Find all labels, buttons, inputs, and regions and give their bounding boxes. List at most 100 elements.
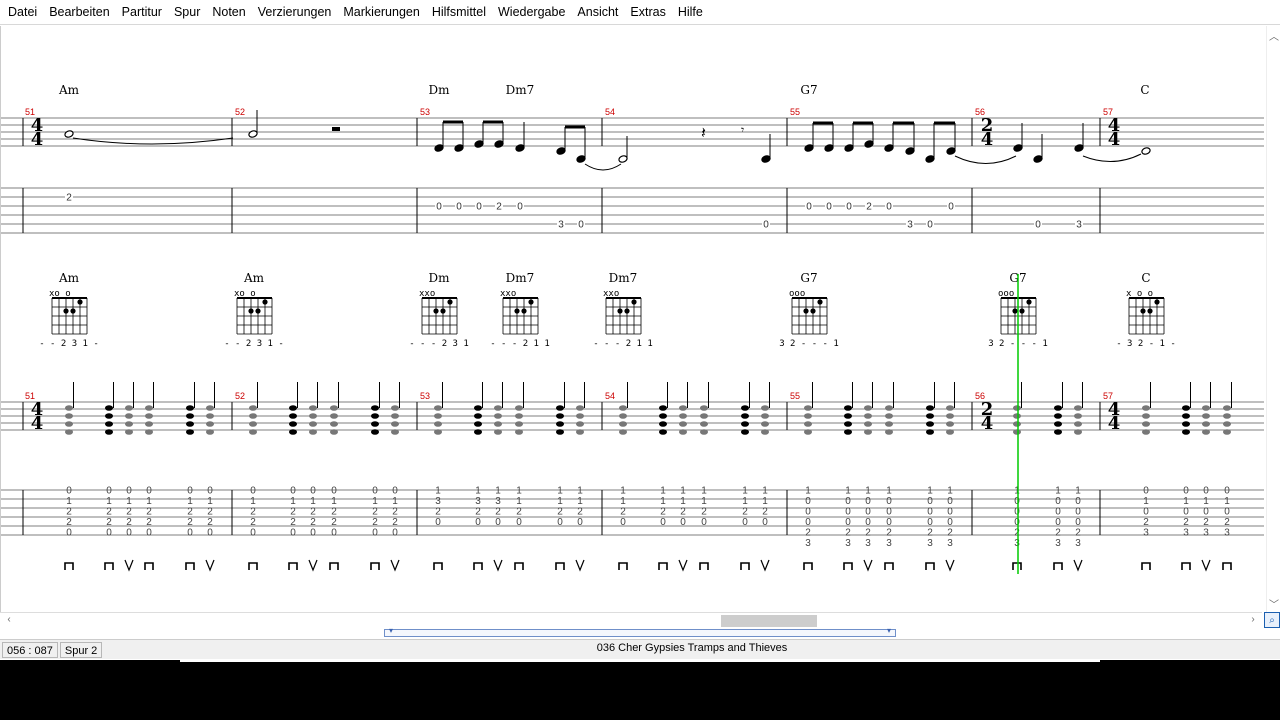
tab-fret: 0 <box>927 507 933 518</box>
chord-diagram-label: Am <box>243 271 265 285</box>
chord-finger-dot <box>817 299 823 305</box>
chord-note-head <box>741 405 749 411</box>
note-head <box>844 144 854 152</box>
tab-fret: 0 <box>763 220 769 231</box>
menu-bar: Datei Bearbeiten Partitur Spur Noten Verzieru… <box>0 0 1280 25</box>
chord-note-head <box>1182 421 1190 427</box>
strum-down-icon <box>288 562 298 570</box>
chord-finger-dot <box>440 308 446 314</box>
menu-item-extras[interactable]: Extras <box>624 0 671 25</box>
chord-note-head <box>1074 405 1082 411</box>
tab-fret: 3 <box>1055 538 1061 549</box>
tab-fret: 2 <box>435 507 441 518</box>
chord-note-head <box>105 405 113 411</box>
tie <box>584 163 622 171</box>
menu-item-spur[interactable]: Spur <box>168 0 206 25</box>
tab-fret: 2 <box>701 507 707 518</box>
chord-note-head <box>515 405 523 411</box>
menu-item-markierungen[interactable]: Markierungen <box>337 0 425 25</box>
menu-item-verzierungen[interactable]: Verzierungen <box>252 0 338 25</box>
time-signature-bottom: 4 <box>981 129 994 150</box>
tab-fret: 2 <box>845 528 851 539</box>
tab-fret: 0 <box>701 517 707 528</box>
tab-fret: 2 <box>290 507 296 518</box>
tab-fret: 2 <box>516 507 522 518</box>
scroll-right-icon[interactable]: › <box>1246 614 1260 625</box>
chord-note-head <box>619 421 627 427</box>
chord-note-head <box>105 421 113 427</box>
tab-fret: 0 <box>476 202 482 213</box>
horizontal-scrollbar[interactable]: ‹ › <box>0 612 1262 628</box>
zoom-icon[interactable]: ⌕ <box>1264 612 1280 628</box>
chord-note-head <box>65 421 73 427</box>
strum-down-icon <box>248 562 258 570</box>
menu-item-noten[interactable]: Noten <box>206 0 251 25</box>
tab-fret: 0 <box>106 486 112 497</box>
tab-fret: 2 <box>1224 517 1230 528</box>
tab-fret: 0 <box>146 486 152 497</box>
tab-fret: 1 <box>392 496 398 507</box>
chord-note-head <box>65 405 73 411</box>
chord-note-head <box>1142 421 1150 427</box>
chord-diagram-label: Dm7 <box>506 271 535 285</box>
score-view[interactable]: Am Dm Dm7 G7 C 51 52 53 54 55 56 57 4 4 2 4 4 4 𝄽 𝄾 2 0 0 0 2 0 3 0… <box>0 26 1266 612</box>
tab-fret: 0 <box>1014 517 1020 528</box>
tab-fret: 2 <box>66 517 72 528</box>
tab-fret: 0 <box>1075 507 1081 518</box>
chord-note-head <box>186 413 194 419</box>
chord-note-head <box>844 405 852 411</box>
chord-note-head <box>659 405 667 411</box>
tab-fret: 0 <box>1055 517 1061 528</box>
chord-finger-dot <box>1012 308 1018 314</box>
tab-fret: 0 <box>845 496 851 507</box>
note-head <box>64 130 74 138</box>
tab-fret: 2 <box>1055 528 1061 539</box>
tab-fret: 0 <box>435 517 441 528</box>
vertical-scrollbar[interactable]: ︿ ﹀ <box>1266 26 1280 612</box>
note-head <box>925 155 935 163</box>
tab-fret: 3 <box>1075 538 1081 549</box>
chord-finger-dot <box>255 308 261 314</box>
tab-fret: 0 <box>865 496 871 507</box>
tab-fret: 0 <box>680 517 686 528</box>
tab-fret: 0 <box>106 528 112 539</box>
bottom-strip <box>180 659 1100 662</box>
scroll-up-icon[interactable]: ︿ <box>1267 28 1280 43</box>
chord-note-head <box>741 421 749 427</box>
chord-finger-dot <box>1026 299 1032 305</box>
chord-note-head <box>946 405 954 411</box>
tab-fret: 0 <box>372 528 378 539</box>
scrollbar-thumb[interactable] <box>721 615 817 627</box>
tab-fret: 2 <box>331 507 337 518</box>
chord-diagram-label: Am <box>58 271 80 285</box>
chord-note-head <box>145 413 153 419</box>
strum-down-icon <box>1222 562 1232 570</box>
menu-item-bearbeiten[interactable]: Bearbeiten <box>43 0 115 25</box>
scroll-left-icon[interactable]: ‹ <box>2 614 16 625</box>
chord-note-head <box>309 405 317 411</box>
tab-fret: 2 <box>680 507 686 518</box>
note-head <box>824 144 834 152</box>
panel-splitter[interactable]: ▾ ▾ <box>384 626 896 637</box>
score-canvas[interactable]: Am Dm Dm7 G7 C51 52 53 54 55 56 57442444𝄽 𝄾20 0 0 2 03 0… <box>1 26 1266 612</box>
menu-item-hilfe[interactable]: Hilfe <box>672 0 709 25</box>
strum-down-icon <box>618 562 628 570</box>
strum-down-icon <box>329 562 339 570</box>
tab-fret: 2 <box>250 517 256 528</box>
chord-note-head <box>741 413 749 419</box>
rest <box>332 127 340 131</box>
tab-fret: 0 <box>948 202 954 213</box>
menu-item-ansicht[interactable]: Ansicht <box>571 0 624 25</box>
tab-fret: 2 <box>126 507 132 518</box>
tab-fret: 0 <box>826 202 832 213</box>
menu-item-partitur[interactable]: Partitur <box>116 0 168 25</box>
menu-item-wiedergabe[interactable]: Wiedergabe <box>492 0 571 25</box>
menu-item-hilfsmittel[interactable]: Hilfsmittel <box>426 0 492 25</box>
chord-note-head <box>885 413 893 419</box>
scroll-down-icon[interactable]: ﹀ <box>1267 596 1280 611</box>
measure-number: 55 <box>790 391 800 401</box>
tab-fret: 2 <box>310 517 316 528</box>
tab-fret: 1 <box>372 496 378 507</box>
chord-note-head <box>864 405 872 411</box>
menu-item-datei[interactable]: Datei <box>2 0 43 25</box>
